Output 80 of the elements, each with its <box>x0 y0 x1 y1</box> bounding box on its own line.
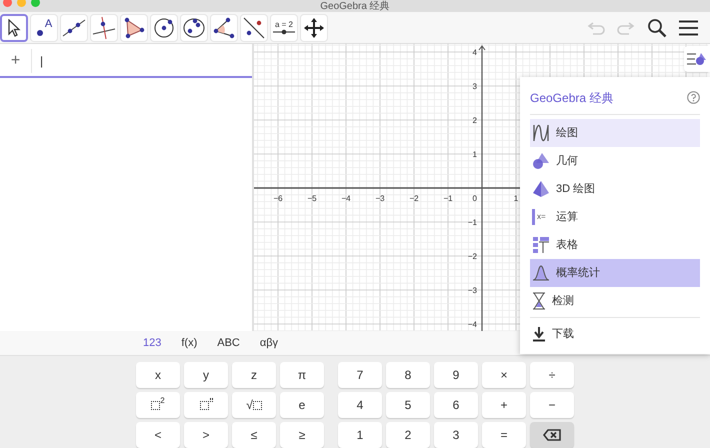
keyboard-key[interactable]: − <box>530 392 574 418</box>
circle-icon <box>153 16 175 38</box>
download-icon <box>532 326 546 342</box>
ellipse-icon <box>182 16 206 38</box>
angle-icon <box>213 16 235 38</box>
axis-label: 1 <box>514 194 518 203</box>
axis-label: 2 <box>472 116 477 125</box>
tool-label: a = 2 <box>274 20 293 28</box>
keyboard-tab[interactable]: αβγ <box>260 334 278 352</box>
keyboard-key[interactable]: π <box>280 362 324 388</box>
keyboard-key[interactable]: × <box>482 362 526 388</box>
tool-button[interactable]: A <box>30 14 58 42</box>
reflect-icon <box>242 16 266 40</box>
keyboard-tab[interactable]: f(x) <box>181 334 198 352</box>
axis-label: −4 <box>468 320 477 329</box>
keyboard-key[interactable]: x <box>136 362 180 388</box>
keyboard-key[interactable]: 6 <box>434 392 478 418</box>
keyboard-tab[interactable]: ABC <box>217 334 240 352</box>
axis-label: −5 <box>307 194 317 203</box>
polygon-icon <box>123 16 145 38</box>
app-menu-item[interactable]: 概率统计 <box>530 259 700 287</box>
window-title: GeoGebra 经典 <box>320 0 390 12</box>
keyboard-key[interactable]: < <box>136 422 180 448</box>
hourglass-icon <box>532 292 546 310</box>
axis-label: −6 <box>273 194 283 203</box>
menu-icon[interactable] <box>679 20 698 36</box>
keyboard-key[interactable]: ≥ <box>280 422 324 448</box>
keyboard-key[interactable]: ≤ <box>232 422 276 448</box>
menu-title: GeoGebra 经典 <box>530 90 614 106</box>
axis-label: −1 <box>468 218 477 227</box>
pyramid-icon <box>532 180 550 198</box>
help-icon[interactable] <box>687 91 700 104</box>
axis-label: −1 <box>443 194 453 203</box>
axis-label: 4 <box>472 48 477 57</box>
keyboard-key[interactable]: > <box>184 422 228 448</box>
pointer-icon <box>7 18 21 36</box>
move-icon <box>304 18 324 38</box>
graph-curve-icon <box>532 124 550 142</box>
keyboard-key[interactable]: 5 <box>386 392 430 418</box>
perpendicular-icon <box>92 16 116 40</box>
tool-label: A <box>44 18 52 30</box>
table-grid-icon <box>532 236 550 254</box>
backspace-key[interactable] <box>530 422 574 448</box>
keyboard-key[interactable]: 4 <box>338 392 382 418</box>
style-bar-icon <box>687 52 707 66</box>
keyboard-key[interactable]: z <box>232 362 276 388</box>
bell-curve-icon <box>532 264 550 282</box>
keyboard-key[interactable]: y <box>184 362 228 388</box>
axis-label: 3 <box>472 82 477 91</box>
tool-button[interactable]: a = 2 <box>270 14 298 42</box>
sqrt-key[interactable]: √ <box>232 392 276 418</box>
circle-triangle-icon <box>532 152 550 170</box>
axis-label: −2 <box>468 252 477 261</box>
keyboard-key[interactable]: 9 <box>434 362 478 388</box>
axis-label: −4 <box>341 194 351 203</box>
backspace-icon <box>543 429 561 441</box>
point-icon <box>36 28 44 36</box>
axis-label: 0 <box>472 194 477 203</box>
keyboard-key[interactable]: 3 <box>434 422 478 448</box>
keyboard-key[interactable]: 2 <box>386 422 430 448</box>
style-bar-toggle[interactable] <box>684 46 710 72</box>
keyboard-key[interactable]: e <box>280 392 324 418</box>
search-icon[interactable] <box>647 18 667 38</box>
axis-label: −3 <box>468 286 477 295</box>
keyboard-key[interactable]: + <box>482 392 526 418</box>
keyboard-tab[interactable]: 123 <box>143 334 162 352</box>
keyboard-key[interactable]: 8 <box>386 362 430 388</box>
line-icon <box>62 18 86 38</box>
input-field[interactable]: | <box>40 52 252 70</box>
axis-label: −2 <box>409 194 419 203</box>
tool-button[interactable] <box>0 14 28 42</box>
keyboard-key[interactable]: ÷ <box>530 362 574 388</box>
keyboard-key[interactable]: = <box>482 422 526 448</box>
square-key[interactable]: 2 <box>136 392 180 418</box>
axis-label: −3 <box>375 194 385 203</box>
keyboard-key[interactable]: 7 <box>338 362 382 388</box>
keyboard-key[interactable]: 1 <box>338 422 382 448</box>
app-menu-item[interactable]: 绘图 <box>530 119 700 147</box>
slider-icon <box>273 28 295 34</box>
axis-label: 1 <box>472 150 477 159</box>
